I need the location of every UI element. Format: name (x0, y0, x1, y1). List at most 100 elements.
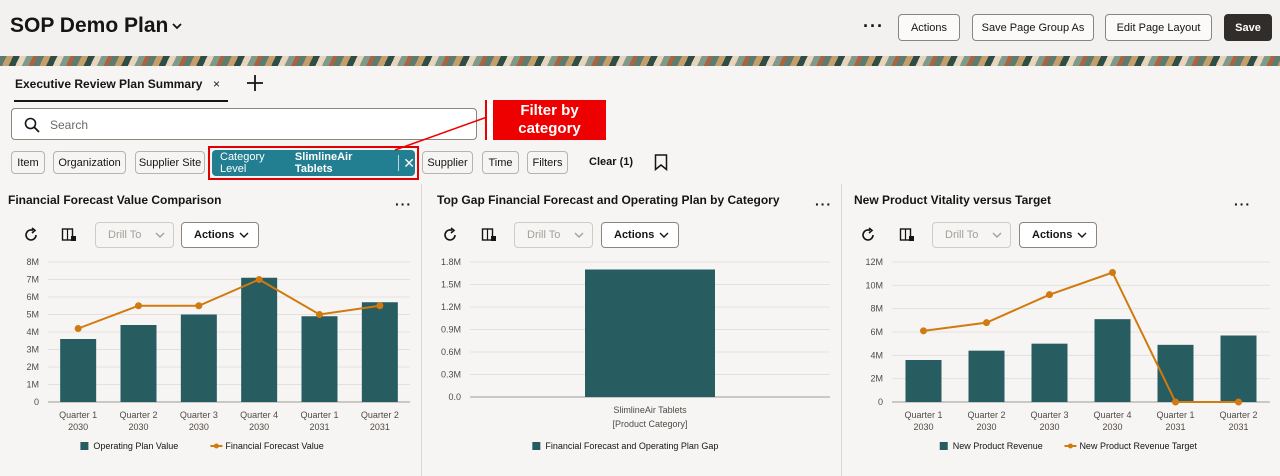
filter-chip-filters[interactable]: Filters (527, 151, 568, 174)
panel-financial-forecast: Financial Forecast Value Comparison ··· … (0, 184, 421, 476)
y-tick-label: 6M (26, 292, 39, 302)
page-title: SOP Demo Plan (10, 14, 169, 37)
y-tick-label: 5M (26, 310, 39, 320)
view-options-icon[interactable] (481, 227, 497, 243)
chevron-down-icon[interactable] (170, 19, 184, 33)
filter-chip-item[interactable]: Item (11, 151, 45, 174)
bar (585, 269, 715, 397)
filter-chip-supplier[interactable]: Supplier (422, 151, 473, 174)
add-tab-icon[interactable] (245, 73, 265, 93)
close-icon[interactable]: × (213, 77, 220, 91)
y-tick-label: 1.5M (441, 280, 461, 290)
more-options-icon[interactable]: ··· (863, 16, 884, 37)
x-tick-label: Quarter 4 2030 (1093, 410, 1131, 432)
legend-label: New Product Revenue (953, 441, 1043, 451)
legend-swatch-marker (1067, 443, 1073, 449)
drill-to-label: Drill To (527, 229, 561, 241)
panel-more-options-icon[interactable]: ··· (1234, 196, 1251, 212)
callout-label: Filter by category (487, 100, 606, 140)
bookmark-icon[interactable] (654, 154, 668, 171)
x-tick-label: Quarter 1 2031 (1156, 410, 1194, 432)
panel-actions-label: Actions (194, 229, 235, 241)
y-tick-label: 4M (26, 327, 39, 337)
panel-actions-button[interactable]: Actions (1019, 222, 1097, 248)
bar (241, 277, 278, 402)
y-tick-label: 0.9M (441, 325, 461, 335)
refresh-icon[interactable] (860, 227, 876, 243)
x-tick-label: SlimlineAir Tablets (613, 405, 687, 415)
y-tick-label: 12M (865, 257, 883, 267)
filter-chip-time[interactable]: Time (482, 151, 519, 174)
x-tick-label: Quarter 4 2030 (240, 410, 278, 432)
legend-label: New Product Revenue Target (1079, 441, 1197, 451)
clear-filters-link[interactable]: Clear (1) (589, 156, 633, 168)
line-point (255, 276, 263, 283)
decorative-banner (0, 56, 1280, 66)
bar (1031, 343, 1068, 402)
panel-top-gap: Top Gap Financial Forecast and Operating… (421, 184, 841, 476)
line-point (1172, 398, 1179, 406)
line-point (1109, 269, 1116, 276)
y-tick-label: 0 (34, 397, 39, 407)
chevron-down-icon (239, 232, 249, 238)
y-tick-label: 10M (865, 280, 883, 290)
line-point (983, 319, 990, 327)
panel-more-options-icon[interactable]: ··· (395, 196, 412, 212)
actions-button[interactable]: Actions (898, 14, 960, 41)
chevron-down-icon (992, 232, 1002, 238)
refresh-icon[interactable] (442, 227, 458, 243)
remove-filter-icon[interactable]: ✕ (403, 155, 415, 172)
y-tick-label: 1.8M (441, 257, 461, 267)
legend-label: Financial Forecast Value (225, 441, 323, 451)
top-gap-chart: 0.0 0.3M 0.6M 0.9M 1.2M 1.5M 1.8M SlimlineAir T… (441, 257, 830, 451)
financial-forecast-chart: 0 1M 2M 3M 4M 5M 6M 7M 8M Quarter 1 2030 Quarter 22… (26, 257, 410, 451)
y-tick-label: 4M (870, 350, 883, 360)
y-tick-label: 0 (878, 397, 883, 407)
y-tick-label: 1M (26, 380, 39, 390)
chip-filter-value: SlimlineAir Tablets (294, 151, 353, 175)
drill-to-select: Drill To (514, 222, 593, 248)
x-tick-label: Quarter 2 2030 (119, 410, 157, 432)
panel-title: Top Gap Financial Forecast and Operating… (437, 193, 780, 207)
filter-chip-supplier-site[interactable]: Supplier Site (135, 151, 205, 174)
y-tick-label: 6M (870, 327, 883, 337)
chevron-down-icon (155, 232, 165, 238)
search-input[interactable] (50, 115, 460, 135)
chip-filter-name: Category Level (220, 151, 265, 175)
x-tick-label: Quarter 3 2030 (1030, 410, 1068, 432)
panel-more-options-icon[interactable]: ··· (815, 196, 832, 212)
refresh-icon[interactable] (23, 227, 39, 243)
y-tick-label: 2M (870, 374, 883, 384)
line-point (920, 327, 927, 335)
x-tick-label: Quarter 1 2031 (300, 410, 338, 432)
y-tick-label: 0.6M (441, 347, 461, 357)
chevron-down-icon (574, 232, 584, 238)
panel-title: New Product Vitality versus Target (854, 193, 1051, 207)
panel-actions-button[interactable]: Actions (601, 222, 679, 248)
bar (1094, 319, 1131, 402)
x-tick-label: Quarter 2 2030 (967, 410, 1005, 432)
y-tick-label: 7M (26, 275, 39, 285)
panel-actions-label: Actions (614, 229, 655, 241)
x-tick-label: Quarter 1 2030 (904, 410, 942, 432)
line-point (376, 302, 384, 310)
legend-swatch (939, 442, 948, 450)
save-page-group-as-button[interactable]: Save Page Group As (972, 14, 1094, 41)
view-options-icon[interactable] (899, 227, 915, 243)
edit-page-layout-button[interactable]: Edit Page Layout (1105, 14, 1212, 41)
tab-label: Executive Review Plan Summary (15, 77, 203, 91)
legend-swatch (80, 442, 89, 450)
x-tick-label: Quarter 1 2030 (59, 410, 97, 432)
filter-chip-organization[interactable]: Organization (53, 151, 126, 174)
panel-actions-button[interactable]: Actions (181, 222, 259, 248)
legend-label: Financial Forecast and Operating Plan Ga… (545, 441, 718, 451)
tab-executive-review-plan-summary[interactable]: Executive Review Plan Summary × (14, 76, 228, 102)
save-button[interactable]: Save (1224, 14, 1272, 41)
drill-to-select: Drill To (95, 222, 174, 248)
x-tick-label: Quarter 2 2031 (361, 410, 399, 432)
view-options-icon[interactable] (61, 227, 77, 243)
x-axis-title: [Product Category] (612, 419, 687, 429)
filter-chip-category-level[interactable]: Category Level SlimlineAir Tablets ✕ (212, 150, 415, 176)
x-tick-label: Quarter 2 2031 (1219, 410, 1257, 432)
drill-to-label: Drill To (108, 229, 142, 241)
